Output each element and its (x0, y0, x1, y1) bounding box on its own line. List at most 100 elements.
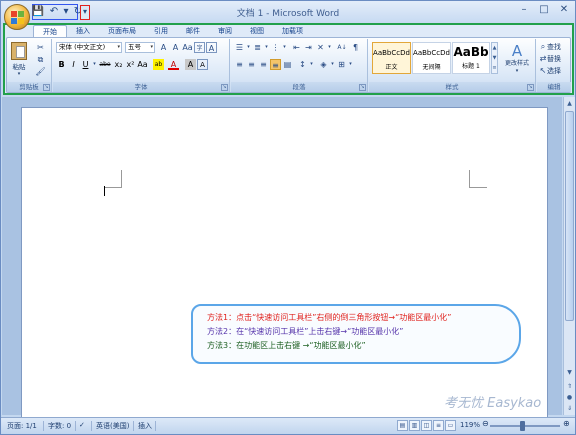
copy-icon[interactable]: ⧉ (35, 54, 46, 65)
replace-button[interactable]: ⇄替换 (539, 53, 561, 64)
zoom-slider-knob[interactable] (520, 421, 525, 431)
bullets-dropdown-icon[interactable]: ▾ (246, 42, 251, 53)
language-indicator[interactable]: 英语(美国) (96, 421, 129, 431)
full-screen-reading-icon[interactable]: ▥ (409, 420, 420, 431)
font-size-select[interactable]: 五号 ▾ (125, 42, 155, 53)
save-icon[interactable]: 💾 (31, 5, 45, 19)
italic-button[interactable]: I (68, 59, 79, 70)
line-spacing-icon[interactable]: ↕ (297, 59, 308, 70)
show-marks-icon[interactable]: ¶ (350, 42, 361, 53)
scroll-up-icon[interactable]: ▲ (564, 98, 575, 109)
tab-mailings[interactable]: 邮件 (177, 25, 209, 37)
font-color-button[interactable]: A (168, 59, 179, 70)
document-page[interactable] (21, 107, 548, 422)
character-border-icon[interactable]: A (206, 42, 217, 53)
style-heading1[interactable]: AaBb 标题 1 (452, 42, 490, 74)
decrease-indent-icon[interactable]: ⇤ (291, 42, 302, 53)
distributed-icon[interactable]: ▤ (282, 59, 293, 70)
outline-view-icon[interactable]: ≡ (433, 420, 444, 431)
browse-object-icon[interactable]: ● (564, 392, 575, 403)
scroll-down-icon[interactable]: ▼ (564, 367, 575, 378)
underline-dropdown-icon[interactable]: ▾ (92, 59, 97, 70)
ribbon: 粘贴 ▾ ✂ ⧉ 🖌 剪贴板 ↘ 宋体 (中文正文) ▾ 五号 ▾ A A Aa… (6, 37, 571, 93)
insert-mode-indicator[interactable]: 插入 (138, 421, 152, 431)
change-styles-button[interactable]: A 更改样式 ▾ (500, 42, 534, 74)
draft-view-icon[interactable]: ▭ (445, 420, 456, 431)
page-count[interactable]: 页面: 1/1 (7, 421, 37, 431)
proofing-icon[interactable]: ✓ (79, 421, 85, 429)
zoom-in-icon[interactable]: ⊕ (563, 419, 570, 428)
web-layout-icon[interactable]: ◫ (421, 420, 432, 431)
tab-view[interactable]: 视图 (241, 25, 273, 37)
multilevel-list-icon[interactable]: ⋮ (270, 42, 281, 53)
zoom-level[interactable]: 119% (460, 421, 480, 429)
justify-icon[interactable]: ≡ (270, 59, 281, 70)
clipboard-launcher-icon[interactable]: ↘ (43, 84, 50, 91)
font-name-select[interactable]: 宋体 (中文正文) ▾ (56, 42, 122, 53)
undo-dropdown-icon[interactable]: ▾ (63, 5, 69, 19)
margin-corner-top-left (104, 170, 122, 188)
font-launcher-icon[interactable]: ↘ (221, 84, 228, 91)
zoom-slider[interactable] (490, 425, 560, 427)
style-no-spacing[interactable]: AaBbCcDd 无间隔 (412, 42, 451, 74)
minimize-button[interactable]: – (515, 3, 533, 18)
word-count[interactable]: 字数: 0 (48, 421, 71, 431)
select-icon: ↖ (539, 66, 547, 75)
tab-review[interactable]: 审阅 (209, 25, 241, 37)
zoom-out-icon[interactable]: ⊖ (482, 419, 489, 428)
character-shading-button[interactable]: A (185, 59, 196, 70)
cut-icon[interactable]: ✂ (35, 42, 46, 53)
shading-dropdown-icon[interactable]: ▾ (330, 59, 335, 70)
shading-icon[interactable]: ◈ (318, 59, 329, 70)
bold-button[interactable]: B (56, 59, 67, 70)
underline-button[interactable]: U (80, 59, 91, 70)
undo-icon[interactable]: ↶ (47, 5, 61, 19)
align-left-icon[interactable]: ≡ (234, 59, 245, 70)
borders-dropdown-icon[interactable]: ▾ (348, 59, 353, 70)
tab-addins[interactable]: 加载项 (273, 25, 312, 37)
print-layout-view-icon[interactable]: ▤ (397, 420, 408, 431)
tab-home[interactable]: 开始 (33, 25, 67, 37)
superscript-button[interactable]: x² (125, 59, 136, 70)
vertical-scrollbar[interactable]: ▲ ▼ ⇑ ● ⇓ (563, 97, 575, 415)
paste-button[interactable]: 粘贴 ▾ (10, 42, 28, 77)
line-spacing-dropdown-icon[interactable]: ▾ (309, 59, 314, 70)
maximize-button[interactable]: □ (535, 3, 553, 18)
numbering-dropdown-icon[interactable]: ▾ (264, 42, 269, 53)
increase-indent-icon[interactable]: ⇥ (303, 42, 314, 53)
previous-page-icon[interactable]: ⇑ (564, 381, 575, 392)
subscript-button[interactable]: x₂ (113, 59, 124, 70)
office-button[interactable] (4, 4, 30, 30)
scrollbar-thumb[interactable] (565, 111, 574, 321)
tab-insert[interactable]: 插入 (67, 25, 99, 37)
styles-scroll[interactable]: ▲ ▼ ≡ (491, 42, 498, 74)
phonetic-guide-icon[interactable]: 字 (194, 42, 205, 53)
next-page-icon[interactable]: ⇓ (564, 403, 575, 414)
borders-icon[interactable]: ⊞ (336, 59, 347, 70)
align-right-icon[interactable]: ≡ (258, 59, 269, 70)
tab-page-layout[interactable]: 页面布局 (99, 25, 145, 37)
strikethrough-button[interactable]: abe (98, 59, 112, 70)
clear-format-icon[interactable]: Aa (182, 42, 193, 53)
customize-qat-button[interactable]: ▾ (80, 5, 90, 20)
highlight-color-button[interactable]: ab (153, 59, 164, 70)
multilevel-dropdown-icon[interactable]: ▾ (282, 42, 287, 53)
bullets-icon[interactable]: ☰ (234, 42, 245, 53)
styles-launcher-icon[interactable]: ↘ (527, 84, 534, 91)
chinese-layout-dropdown-icon[interactable]: ▾ (327, 42, 332, 53)
tab-references[interactable]: 引用 (145, 25, 177, 37)
enclose-char-button[interactable]: A (197, 59, 208, 70)
paragraph-launcher-icon[interactable]: ↘ (359, 84, 366, 91)
align-center-icon[interactable]: ≡ (246, 59, 257, 70)
numbering-icon[interactable]: ≣ (252, 42, 263, 53)
chinese-layout-icon[interactable]: ✕ (315, 42, 326, 53)
select-button[interactable]: ↖选择 (539, 65, 561, 76)
shrink-font-icon[interactable]: A (170, 42, 181, 53)
style-normal[interactable]: AaBbCcDd 正文 (372, 42, 411, 74)
format-painter-icon[interactable]: 🖌 (35, 66, 46, 77)
sort-icon[interactable]: A↓ (335, 42, 349, 53)
grow-font-icon[interactable]: A (158, 42, 169, 53)
find-button[interactable]: ⌕ 查找 (539, 41, 561, 52)
change-case-button[interactable]: Aa (137, 59, 148, 70)
close-button[interactable]: ✕ (555, 3, 573, 18)
